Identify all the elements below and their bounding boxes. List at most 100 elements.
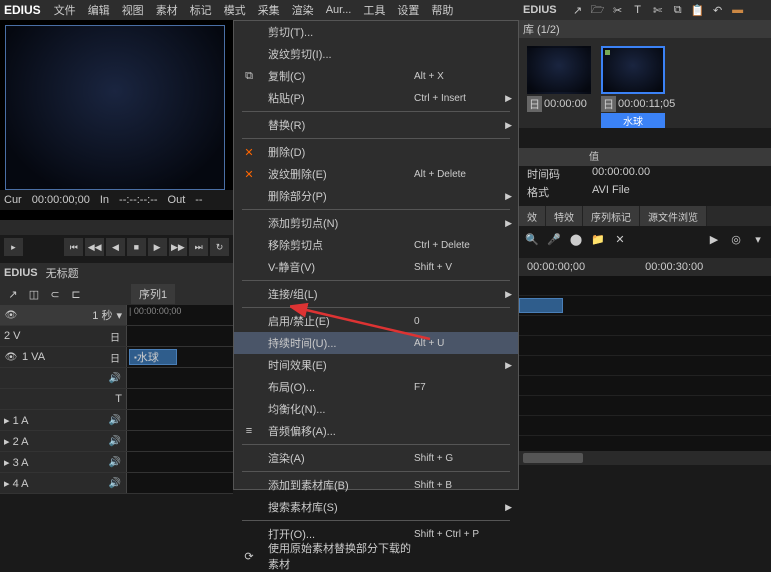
menu-item-5[interactable]: 替换(R)▶ — [234, 114, 518, 136]
track-head-2a[interactable]: ▸ 2 A🔊 — [0, 431, 127, 451]
menu-clip[interactable]: 素材 — [151, 0, 183, 20]
menu-item-26[interactable]: 添加到素材库(B)Shift + B — [234, 474, 518, 496]
menu-item-18[interactable]: 持续时间(U)...Alt + U — [234, 332, 518, 354]
menu-aur[interactable]: Aur... — [321, 2, 357, 18]
tab-fx[interactable]: 效 — [519, 206, 546, 226]
menu-item-11[interactable]: 添加剪切点(N)▶ — [234, 212, 518, 234]
rp-bin-tab[interactable]: 库 (1/2) — [519, 20, 771, 38]
play-button[interactable]: ▶ — [148, 238, 167, 256]
menu-edit[interactable]: 编辑 — [83, 0, 115, 20]
target-icon[interactable]: ◎ — [727, 231, 745, 247]
menu-tools[interactable]: 工具 — [358, 0, 390, 20]
menu-file[interactable]: 文件 — [49, 0, 81, 20]
track-out-icon[interactable]: 日 — [108, 329, 122, 343]
gear-icon[interactable]: ✕ — [611, 231, 629, 247]
folder-icon[interactable]: 📁 — [589, 231, 607, 247]
track-head-2v[interactable]: 2 V日 — [0, 326, 127, 346]
track-head-4a[interactable]: ▸ 4 A🔊 — [0, 473, 127, 493]
rp-scissors-icon[interactable]: ✄ — [649, 2, 667, 18]
menu-item-15[interactable]: 连接/组(L)▶ — [234, 283, 518, 305]
step-back-button[interactable]: ◀◀ — [85, 238, 104, 256]
step-fwd-button[interactable]: ▶▶ — [169, 238, 188, 256]
tl-group-icon[interactable]: ⊏ — [67, 286, 85, 302]
menu-help[interactable]: 帮助 — [426, 0, 458, 20]
fwd-end-button[interactable]: ⏭ — [189, 238, 208, 256]
menu-item-3[interactable]: 粘贴(P)Ctrl + Insert▶ — [234, 87, 518, 109]
track-head-blank[interactable]: 🔊 — [0, 368, 127, 388]
stop-button[interactable]: ■ — [127, 238, 146, 256]
menu-item-20[interactable]: 布局(O)...F7 — [234, 376, 518, 398]
menu-item-19[interactable]: 时间效果(E)▶ — [234, 354, 518, 376]
rp-clip[interactable] — [519, 298, 563, 313]
tl-snap-icon[interactable]: ◫ — [25, 286, 43, 302]
loop-button[interactable]: ↻ — [210, 238, 229, 256]
speaker-icon[interactable]: 🔊 — [108, 371, 122, 385]
menu-icon[interactable]: ▾ — [749, 231, 767, 247]
menu-item-9[interactable]: 删除部分(P)▶ — [234, 185, 518, 207]
menu-item-0[interactable]: 剪切(T)... — [234, 21, 518, 43]
menu-render[interactable]: 渲染 — [287, 0, 319, 20]
rp-paste-icon[interactable]: 📋 — [689, 2, 707, 18]
menu-mode[interactable]: 模式 — [219, 0, 251, 20]
track-head-1a[interactable]: ▸ 1 A🔊 — [0, 410, 127, 430]
track-ctrl[interactable]: 1 秒 — [92, 307, 112, 323]
search-icon[interactable]: 🔍 — [523, 231, 541, 247]
rp-text-icon[interactable]: T — [629, 2, 647, 18]
rewind-button[interactable]: ⏮ — [64, 238, 83, 256]
eye-icon[interactable]: 👁 — [4, 308, 18, 322]
thumb-2[interactable]: 日00:00:11;05 水球 — [601, 46, 665, 120]
preview-slider[interactable] — [0, 220, 233, 235]
menu-item-27[interactable]: 搜索素材库(S)▶ — [234, 496, 518, 518]
rp-tool-icon[interactable]: ↗ — [569, 2, 587, 18]
menu-item-7[interactable]: ✕删除(D) — [234, 141, 518, 163]
rp-ruler[interactable]: 00:00:00;0000:00:30:00 — [519, 258, 771, 276]
menu-marker[interactable]: 标记 — [185, 0, 217, 20]
menu-item-2[interactable]: ⧉复制(C)Alt + X — [234, 65, 518, 87]
track-2v[interactable] — [127, 326, 233, 346]
track-1va[interactable]: ▪ 水球 — [127, 347, 233, 367]
rp-undo-icon[interactable]: ↶ — [709, 2, 727, 18]
menu-view[interactable]: 视图 — [117, 0, 149, 20]
rp-bin-icon[interactable]: 🗁 — [589, 2, 607, 18]
track-out-icon[interactable]: 日 — [108, 350, 122, 364]
track-2a[interactable] — [127, 431, 233, 451]
menu-settings[interactable]: 设置 — [392, 0, 424, 20]
tl-magnet-icon[interactable]: ⊂ — [46, 286, 64, 302]
eye-icon[interactable]: 👁 — [4, 350, 18, 364]
rp-scrollbar[interactable] — [519, 451, 771, 465]
track-1a[interactable] — [127, 410, 233, 430]
speaker-icon[interactable]: 🔊 — [108, 476, 122, 490]
menu-item-17[interactable]: 启用/禁止(E)0 — [234, 310, 518, 332]
menu-capture[interactable]: 采集 — [253, 0, 285, 20]
timeline-ruler[interactable]: | 00:00:00;00 — [127, 305, 233, 325]
menu-item-1[interactable]: 波纹剪切(I)... — [234, 43, 518, 65]
sequence-tab[interactable]: 序列1 — [131, 284, 175, 304]
mic-icon[interactable]: 🎤 — [545, 231, 563, 247]
back-button[interactable]: ◀ — [106, 238, 125, 256]
preview-viewport[interactable] — [5, 25, 225, 190]
rp-color-icon[interactable]: ▬ — [729, 2, 747, 18]
speaker-icon[interactable]: 🔊 — [108, 434, 122, 448]
track-head-t[interactable]: T — [0, 389, 127, 409]
thumb-1[interactable]: 日00:00:00 — [527, 46, 591, 120]
menu-item-24[interactable]: 渲染(A)Shift + G — [234, 447, 518, 469]
rec-icon[interactable]: ⬤ — [567, 231, 585, 247]
transport-btn[interactable]: ▸ — [4, 238, 23, 256]
speaker-icon[interactable]: 🔊 — [108, 413, 122, 427]
track-3a[interactable] — [127, 452, 233, 472]
track-blank[interactable] — [127, 368, 233, 388]
rp-track-area[interactable] — [519, 276, 771, 451]
tab-seqmarkers[interactable]: 序列标记 — [583, 206, 640, 226]
tl-tool-icon[interactable]: ↗ — [4, 286, 22, 302]
track-head-1va[interactable]: 👁1 VA日 — [0, 347, 127, 367]
clip-waterball[interactable]: ▪ 水球 — [129, 349, 177, 365]
play-icon[interactable]: ▶ — [705, 231, 723, 247]
rp-cut-icon[interactable]: ✂ — [609, 2, 627, 18]
track-head-3a[interactable]: ▸ 3 A🔊 — [0, 452, 127, 472]
speaker-icon[interactable]: 🔊 — [108, 455, 122, 469]
rp-copy-icon[interactable]: ⧉ — [669, 2, 687, 18]
tab-effects[interactable]: 特效 — [546, 206, 583, 226]
tab-browse[interactable]: 源文件浏览 — [640, 206, 707, 226]
menu-item-8[interactable]: ✕波纹删除(E)Alt + Delete — [234, 163, 518, 185]
track-4a[interactable] — [127, 473, 233, 493]
